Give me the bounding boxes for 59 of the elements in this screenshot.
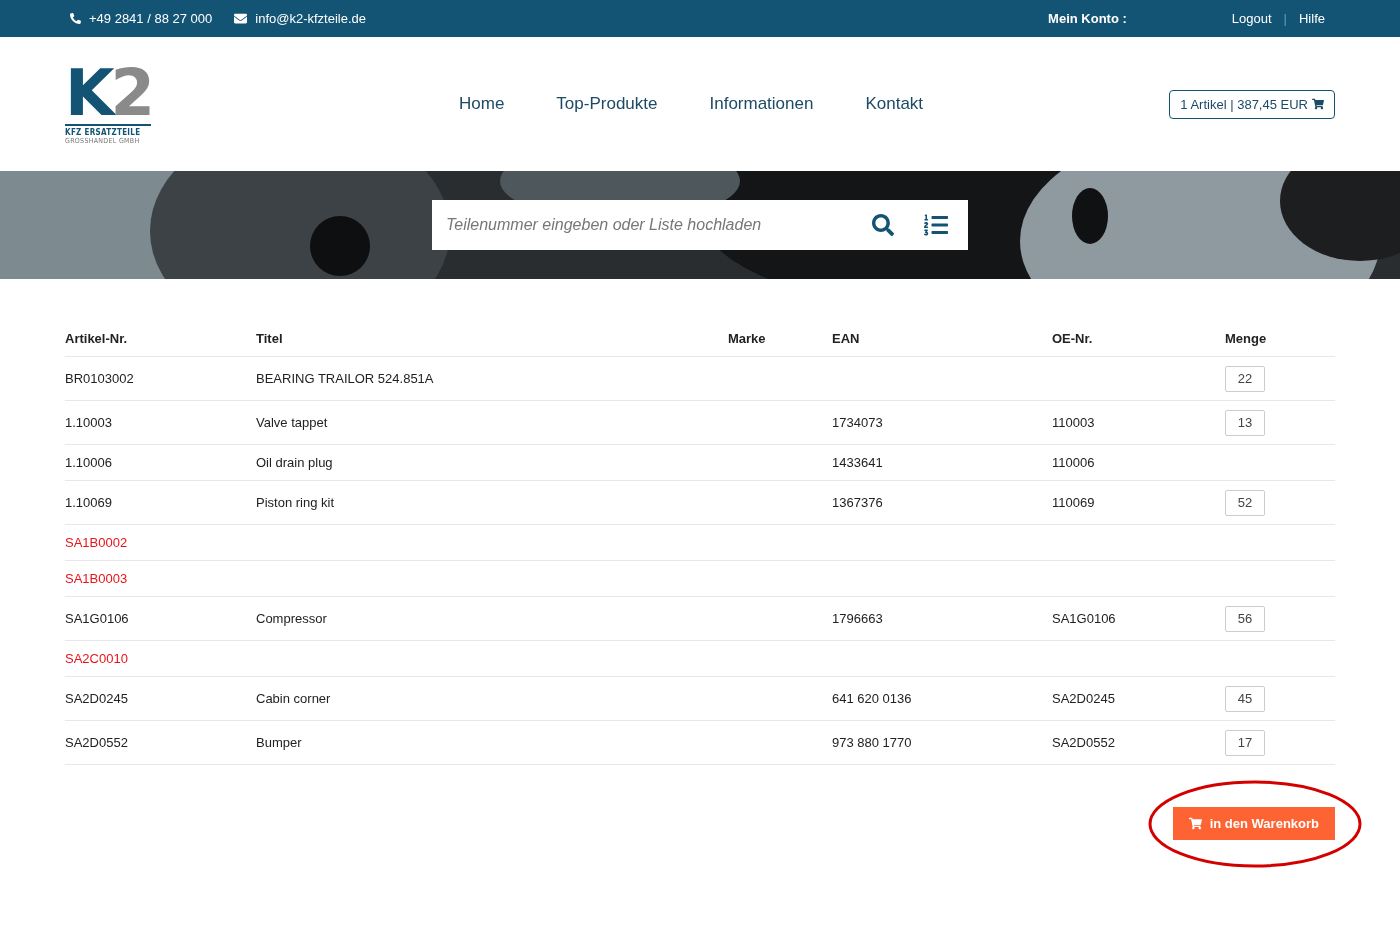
phone-number: +49 2841 / 88 27 000 [89,11,213,26]
quantity-field[interactable]: 52 [1225,489,1265,516]
table-cell-text: 1796663 [832,611,884,626]
table-cell-text: Oil drain plug [256,455,334,470]
phone-icon [70,13,81,24]
table-cell-text: BEARING TRAILOR 524.851A [256,371,435,386]
table-cell-text: 1433641 [832,455,884,470]
cart-icon [1312,98,1324,110]
nav-link[interactable]: Kontakt [865,94,924,114]
table-cell-text: 1.10003 [65,415,113,430]
table-cell-text: 1367376 [832,495,884,510]
table-cell-text: 1.10006 [65,455,113,470]
nav-link[interactable]: Informationen [709,94,814,114]
table-cell-text: SA1B0003 [65,571,129,586]
search-bar[interactable]: Teilenummer eingeben oder Liste hochladen [432,200,968,250]
table-cell-text: 110069 [1052,495,1096,510]
table-cell-text: 1.10069 [65,495,113,510]
table-cell-text: Bumper [256,735,303,750]
table-cell-text: SA1G0106 [1052,611,1117,626]
column-header: Marke [728,331,767,348]
table-cell-text: Compressor [256,611,328,626]
table-cell-text: Valve tappet [256,415,329,430]
quantity-field[interactable]: 22 [1225,365,1265,392]
table-cell-text: SA1G0106 [65,611,130,626]
column-header: Titel [256,331,284,348]
numbered-list-icon[interactable] [924,213,948,237]
table-cell-text: SA2D0552 [1052,735,1116,750]
table-cell-text: SA1B0002 [65,535,129,550]
quantity-field[interactable]: 17 [1225,729,1265,756]
top-link[interactable]: Logout [1231,11,1272,26]
email-address: info@k2-kfzteile.de [255,11,366,26]
table-cell-text: BR0103002 [65,371,135,386]
table-cell-text: SA2D0245 [1052,691,1116,706]
table-cell-text: 641 620 0136 [832,691,913,706]
quantity-field[interactable]: 13 [1225,409,1265,436]
table-cell-text: SA2D0552 [65,735,129,750]
envelope-icon [234,12,248,25]
cart-summary-button[interactable]: 1 Artikel | 387,45 EUR [1169,89,1335,119]
column-header: EAN [832,331,861,348]
table-cell-text: 110006 [1052,455,1096,470]
quantity-field[interactable]: 45 [1225,685,1265,712]
table-cell-text: 973 880 1770 [832,735,913,750]
table-cell-text: Cabin corner [256,691,332,706]
table-cell-text: SA2D0245 [65,691,129,706]
quantity-field[interactable]: 56 [1225,605,1265,632]
table-cell-text: Piston ring kit [256,495,336,510]
table-cell-text: SA2C0010 [65,651,129,666]
top-link[interactable]: Hilfe [1299,11,1325,26]
nav-link[interactable]: Home [459,94,505,114]
account-label: Mein Konto : [1048,11,1127,26]
cart-icon [1188,817,1202,830]
nav-link[interactable]: Top-Produkte [556,94,658,114]
table-cell-text: 110003 [1052,415,1096,430]
search-icon[interactable] [872,214,894,236]
column-header: Menge [1225,331,1268,348]
column-header: OE-Nr. [1052,331,1094,348]
link-separator: | [1283,11,1287,26]
table-cell-text: 1734073 [832,415,884,430]
column-header: Artikel-Nr. [65,331,129,348]
